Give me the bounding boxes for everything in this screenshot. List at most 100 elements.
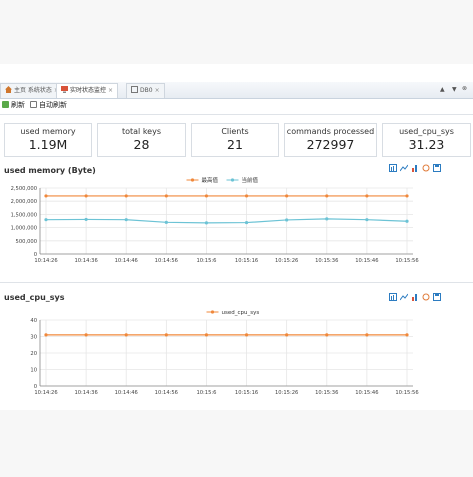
home-icon <box>5 85 12 93</box>
stat-card-clients: Clients 21 <box>191 123 279 157</box>
auto-refresh-label: 自动刷新 <box>39 101 67 109</box>
x-tick-label: 10:14:56 <box>155 390 178 396</box>
data-point <box>285 218 289 222</box>
data-point <box>405 333 409 337</box>
stat-value: 21 <box>227 137 243 152</box>
tab-label: 主页 系统状态 <box>14 87 52 94</box>
database-icon <box>131 85 138 93</box>
refresh-icon[interactable] <box>422 164 430 172</box>
tab-db0[interactable]: DB0 × <box>126 83 165 98</box>
x-tick-label: 10:14:46 <box>115 390 138 396</box>
data-point <box>44 333 48 337</box>
close-icon[interactable]: × <box>155 87 160 94</box>
x-tick-label: 10:15:56 <box>395 258 418 264</box>
scroll-up-icon[interactable]: ▲ <box>440 86 445 93</box>
tab-label: DB0 <box>140 87 153 94</box>
data-point <box>405 194 409 198</box>
data-point <box>124 333 128 337</box>
stat-label: used_cpu_sys <box>399 127 454 136</box>
y-tick-label: 500,000 <box>16 239 37 245</box>
x-tick-label: 10:14:46 <box>115 258 138 264</box>
y-tick-label: 30 <box>30 335 37 341</box>
legend-marker <box>210 310 215 314</box>
memory-chart: 0500,0001,000,0001,500,0002,000,0002,500… <box>11 176 419 264</box>
data-point <box>365 218 369 222</box>
divider <box>0 282 473 283</box>
tab-home-status[interactable]: 主页 系统状态× <box>0 83 64 98</box>
x-tick-label: 10:15:36 <box>315 258 338 264</box>
data-point <box>84 217 88 222</box>
auto-refresh-checkbox[interactable]: 自动刷新 <box>30 99 67 112</box>
legend-label: 当前值 <box>242 176 259 184</box>
x-tick-label: 10:14:26 <box>34 258 57 264</box>
data-point <box>84 333 88 337</box>
x-tick-label: 10:15:56 <box>395 390 418 396</box>
tab-label: 实时状态监控 <box>70 87 107 94</box>
stat-card-used-memory: used memory 1.19M <box>4 123 92 157</box>
data-point <box>325 333 329 337</box>
x-tick-label: 10:15:6 <box>196 390 216 396</box>
data-point <box>325 194 329 198</box>
stat-label: total keys <box>121 127 161 136</box>
data-point <box>365 333 369 337</box>
save-icon[interactable] <box>433 164 441 172</box>
data-point <box>405 219 409 223</box>
y-tick-label: 1,000,000 <box>11 226 37 232</box>
close-all-icon[interactable]: ⊗ <box>462 85 467 92</box>
legend-label: used_cpu_sys <box>222 310 260 316</box>
cpu-chart: 01020304010:14:26 10:14:36 10:14:46 10:14:5… <box>30 310 418 396</box>
checkbox-icon <box>30 101 37 108</box>
data-point <box>124 194 128 198</box>
legend-marker <box>190 178 195 182</box>
data-point <box>164 333 168 337</box>
stat-label: commands processed <box>286 127 375 136</box>
x-tick-label: 10:15:46 <box>355 258 378 264</box>
close-icon[interactable]: × <box>108 87 113 94</box>
stat-value: 1.19M <box>28 137 68 152</box>
x-tick-label: 10:14:56 <box>155 258 178 264</box>
data-point <box>204 194 209 198</box>
legend-label: 最高值 <box>202 176 219 184</box>
refresh-button[interactable]: 刷新 <box>2 99 25 112</box>
bar-chart-icon[interactable] <box>389 164 397 172</box>
stat-label: used memory <box>20 127 76 136</box>
data-point <box>164 194 168 198</box>
y-tick-label: 40 <box>30 318 37 324</box>
app-window: 主页 系统状态× 实时状态监控× DB0× ▲ ▼ ⊗ 刷新 自动刷新 used… <box>0 64 473 410</box>
refresh-label: 刷新 <box>11 101 25 109</box>
stat-value: 28 <box>133 137 150 152</box>
data-point <box>44 194 48 198</box>
data-point <box>325 217 329 221</box>
y-tick-label: 10 <box>30 368 37 374</box>
stat-value: 272997 <box>306 137 355 152</box>
data-point <box>244 333 249 337</box>
data-point <box>84 194 88 198</box>
y-tick-label: 20 <box>30 351 37 357</box>
y-tick-label: 2,500,000 <box>11 186 37 192</box>
data-point <box>244 194 249 198</box>
x-tick-label: 10:14:26 <box>34 390 57 396</box>
x-tick-label: 10:15:26 <box>275 390 298 396</box>
memory-chart-toolbox <box>386 164 441 174</box>
data-point <box>244 220 249 225</box>
divider <box>0 114 473 115</box>
tab-realtime-monitor[interactable]: 实时状态监控 × <box>56 83 119 98</box>
y-tick-label: 2,000,000 <box>11 199 37 205</box>
x-tick-label: 10:14:36 <box>74 258 97 264</box>
data-point <box>285 194 289 198</box>
y-tick-label: 1,500,000 <box>11 212 37 218</box>
line-chart-icon[interactable] <box>399 164 409 172</box>
monitor-icon <box>61 85 68 93</box>
stack-icon[interactable] <box>411 164 419 172</box>
x-tick-label: 10:15:36 <box>315 390 338 396</box>
legend-marker <box>230 178 235 182</box>
x-tick-label: 10:15:16 <box>235 390 258 396</box>
stat-value: 31.23 <box>408 137 445 152</box>
tab-bar: 主页 系统状态× 实时状态监控× DB0× ▲ ▼ ⊗ <box>0 82 473 99</box>
data-point <box>204 221 209 225</box>
data-point <box>285 333 289 337</box>
refresh-icon <box>2 101 9 108</box>
scroll-down-icon[interactable]: ▼ <box>452 86 457 93</box>
data-point <box>365 194 369 198</box>
series-line <box>45 218 408 224</box>
